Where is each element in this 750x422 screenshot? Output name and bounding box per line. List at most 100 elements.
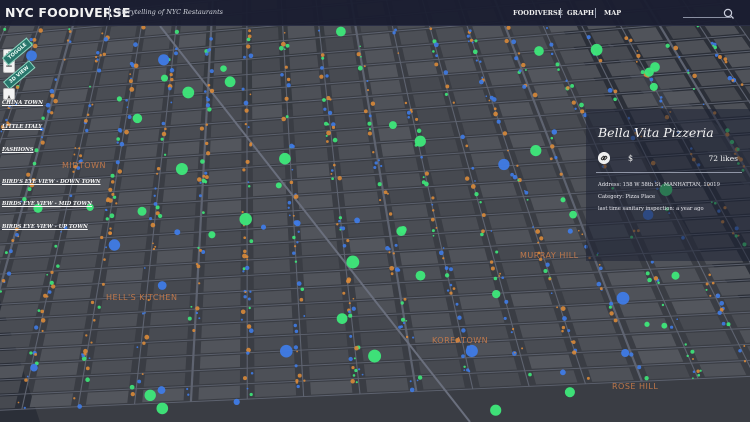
restaurant-dot — [420, 155, 423, 159]
restaurant-dot-large — [560, 197, 566, 203]
restaurant-dot — [174, 29, 180, 35]
restaurant-dot — [129, 73, 132, 75]
sidebar-link-china-town[interactable]: CHINA TOWN — [2, 100, 43, 106]
city-block — [566, 64, 602, 80]
restaurant-dot — [9, 249, 13, 254]
restaurant-dot — [141, 373, 144, 376]
restaurant-dot — [85, 366, 90, 371]
restaurant-dot — [1, 279, 6, 283]
nav-graph[interactable]: GRAPH — [567, 9, 594, 17]
restaurant-dot — [676, 318, 679, 321]
city-block — [307, 334, 348, 349]
restaurant-dot — [105, 246, 108, 249]
restaurant-dot — [325, 140, 329, 143]
restaurant-dot — [599, 287, 603, 291]
restaurant-dot — [50, 270, 54, 275]
restaurant-dot — [719, 300, 725, 306]
nav-map[interactable]: MAP — [604, 9, 621, 17]
city-block — [122, 159, 156, 175]
restaurant-dot — [687, 71, 690, 74]
restaurant-dot — [348, 356, 353, 362]
restaurant-inspection: last time sanitary inspection: a year ag… — [598, 206, 704, 212]
city-block — [405, 61, 438, 76]
city-block — [349, 238, 387, 253]
restaurant-dot — [372, 151, 375, 154]
restaurant-dot — [161, 121, 166, 126]
restaurant-dot — [27, 187, 32, 192]
city-block — [92, 101, 124, 116]
restaurant-dot — [550, 136, 554, 140]
restaurant-dot — [249, 93, 252, 96]
sidebar-link-uptown[interactable]: BIRDS EYE VIEW - UP TOWN — [2, 224, 88, 230]
restaurant-dot — [400, 301, 404, 305]
city-block — [0, 349, 29, 364]
restaurant-dot — [152, 248, 155, 251]
restaurant-dot — [133, 42, 138, 47]
restaurant-dot — [204, 175, 209, 180]
restaurant-dot-large — [644, 321, 650, 327]
city-block — [327, 51, 357, 67]
restaurant-dot — [649, 77, 654, 82]
city-block — [214, 45, 242, 61]
link-icon[interactable] — [598, 152, 610, 164]
restaurant-dot — [187, 316, 192, 321]
restaurant-dot — [91, 103, 94, 106]
restaurant-dot — [204, 171, 208, 175]
restaurant-dot — [392, 252, 395, 255]
restaurant-dot — [141, 312, 145, 315]
restaurant-dot — [385, 246, 390, 251]
sidebar-link-downtown[interactable]: BIRD'S EYE VIEW - DOWN TOWN — [2, 179, 101, 185]
nav-foodiverse[interactable]: FOODIVERSE — [513, 9, 563, 17]
city-block — [252, 89, 282, 104]
restaurant-dot — [102, 52, 107, 57]
restaurant-dot — [380, 164, 383, 168]
brand-title[interactable]: NYC FOODIVERSE — [5, 5, 131, 20]
restaurant-dot-large — [239, 212, 252, 226]
restaurant-dot — [243, 55, 246, 59]
nav-divider — [560, 8, 561, 18]
restaurant-dot-large — [137, 206, 147, 216]
city-block — [334, 114, 367, 129]
restaurant-dot — [521, 347, 524, 350]
restaurant-dot — [435, 54, 439, 58]
restaurant-dot — [242, 168, 246, 172]
city-block — [457, 105, 492, 120]
restaurant-dot-large — [208, 231, 216, 239]
restaurant-dot — [152, 242, 154, 245]
restaurant-dot — [549, 42, 554, 47]
restaurant-dot — [468, 370, 471, 373]
restaurant-dot — [367, 131, 372, 136]
sidebar-link-midtown[interactable]: BIRDS EYE VIEW - MID TOWN — [2, 201, 92, 207]
city-block — [692, 346, 739, 362]
restaurant-dot-large — [30, 363, 38, 372]
city-block — [43, 134, 78, 150]
restaurant-dot — [702, 103, 705, 106]
restaurant-dot — [463, 369, 466, 372]
sidebar-link-little-italy[interactable]: LITTLE ITALY — [2, 124, 42, 130]
city-block — [367, 64, 399, 79]
restaurant-dot — [495, 250, 499, 254]
city-block — [519, 164, 558, 179]
restaurant-dot — [294, 329, 299, 334]
compass-icon[interactable] — [3, 88, 15, 104]
restaurant-dot — [389, 265, 395, 271]
sidebar-link-fashions[interactable]: FASHIONS — [2, 147, 33, 153]
city-block — [161, 203, 196, 218]
restaurant-dot — [503, 316, 507, 320]
restaurant-dot — [142, 341, 146, 345]
restaurant-info-panel: Bella Vita Pizzeria $ 72 likes Address: … — [586, 109, 750, 261]
restaurant-dot — [204, 90, 207, 93]
restaurant-dot — [296, 384, 300, 389]
restaurant-dot — [103, 37, 109, 42]
restaurant-dot — [504, 299, 509, 304]
restaurant-dot — [281, 116, 286, 122]
city-block — [177, 48, 206, 64]
restaurant-dot — [299, 297, 304, 302]
city-block — [39, 347, 82, 362]
restaurant-dot — [337, 176, 342, 181]
restaurant-dot — [247, 126, 250, 129]
city-block — [293, 117, 325, 132]
restaurant-dot — [521, 62, 526, 68]
restaurant-dot — [293, 323, 297, 328]
search-icon[interactable] — [722, 7, 736, 21]
